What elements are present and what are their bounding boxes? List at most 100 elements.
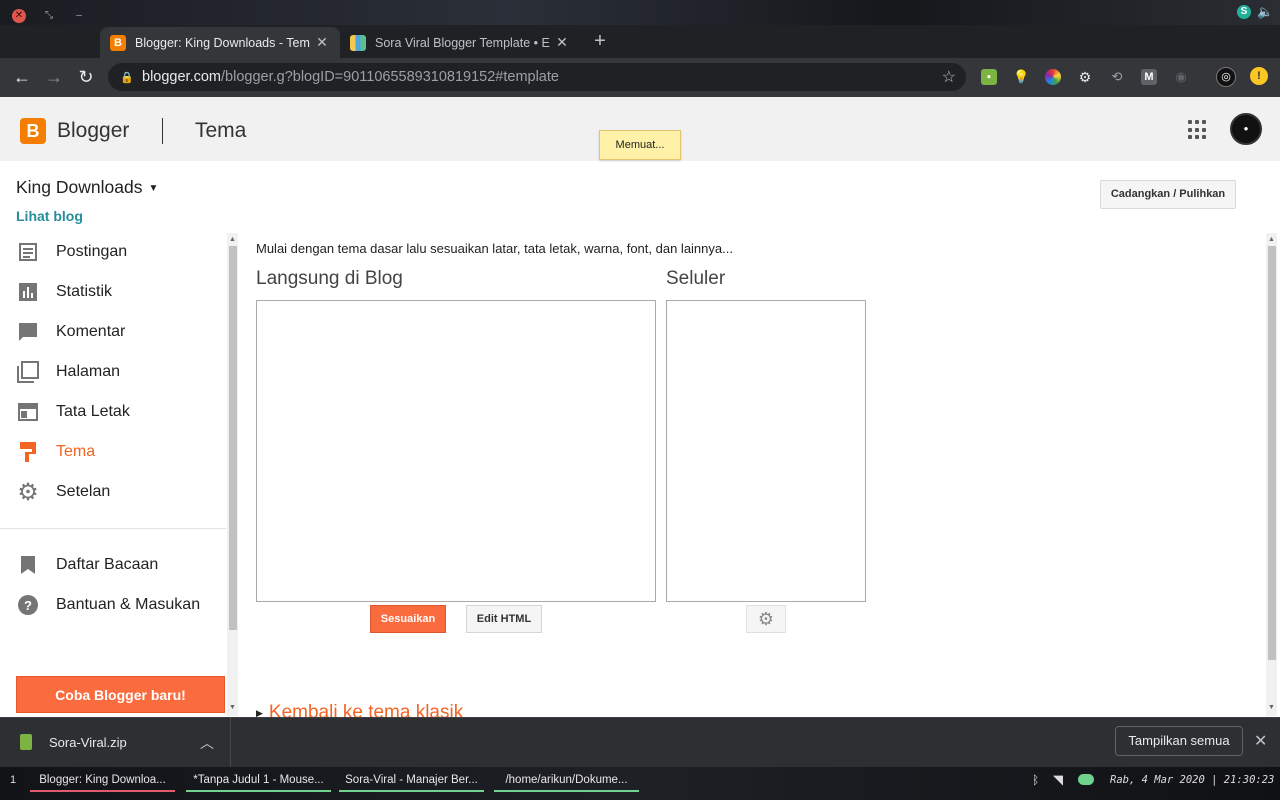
sidebar-item-label: Tata Letak (56, 403, 130, 420)
toggle-tray-icon[interactable] (1078, 774, 1094, 785)
blogger-logo-icon[interactable]: B (20, 118, 46, 144)
tab-blogger[interactable]: B Blogger: King Downloads - Tem ✕ (100, 27, 340, 58)
close-window-icon[interactable]: ✕ (12, 9, 26, 23)
app-name[interactable]: Blogger (57, 119, 129, 143)
edit-html-button[interactable]: Edit HTML (466, 605, 542, 633)
caret-down-icon: ▼ (148, 183, 159, 194)
task-indicator (30, 790, 175, 792)
close-download-bar-icon[interactable]: ✕ (1254, 731, 1267, 751)
show-all-downloads-button[interactable]: Tampilkan semua (1115, 726, 1243, 756)
help-icon: ? (16, 593, 40, 617)
extension-bulb-icon[interactable]: 💡 (1013, 69, 1029, 85)
sidebar-item-label: Komentar (56, 323, 126, 340)
svg-text:?: ? (24, 598, 32, 613)
view-blog-link[interactable]: Lihat blog (16, 208, 83, 224)
close-tab-icon[interactable]: ✕ (554, 34, 570, 51)
mobile-preview[interactable] (666, 300, 866, 602)
loading-indicator: Memuat... (599, 130, 681, 160)
tab-title: Sora Viral Blogger Template • E (375, 35, 550, 50)
header-divider (162, 118, 163, 144)
chevron-up-icon[interactable]: ︿ (200, 733, 214, 753)
zip-file-icon (20, 734, 32, 750)
try-new-blogger-button[interactable]: Coba Blogger baru! (16, 676, 225, 713)
minimize-window-icon[interactable]: – (72, 9, 86, 23)
sidebar-item-comments[interactable]: Komentar (16, 312, 226, 352)
extension-color-icon[interactable] (1045, 69, 1061, 85)
os-top-bar (0, 0, 1280, 25)
sidebar-item-label: Postingan (56, 243, 128, 260)
restore-window-icon[interactable]: ⤡ (42, 9, 56, 23)
triangle-right-icon: ▶ (256, 708, 263, 717)
extension-eye-icon[interactable]: ◉ (1173, 69, 1189, 85)
volume-icon[interactable]: 🔈 (1257, 4, 1273, 20)
blog-selector[interactable]: King Downloads ▼ (16, 177, 158, 198)
task-indicator (186, 790, 331, 792)
download-bar (0, 717, 1280, 767)
live-blog-preview[interactable] (256, 300, 656, 602)
clock: Rab, 4 Mar 2020 | 21:30:23 (1110, 774, 1275, 786)
bookmark-star-icon[interactable]: ☆ (942, 67, 956, 87)
sidebar-item-label: Tema (56, 443, 96, 460)
mobile-title: Seluler (666, 268, 726, 289)
sidebar-item-label: Statistik (56, 283, 113, 300)
extension-m-icon[interactable]: M (1141, 69, 1157, 85)
bluetooth-icon[interactable]: ᛒ (1032, 773, 1039, 787)
blogger-favicon-icon: B (110, 34, 126, 51)
account-avatar[interactable]: ● (1230, 113, 1262, 145)
scroll-up-arrow-icon[interactable]: ▲ (227, 236, 238, 243)
backup-restore-button[interactable]: Cadangkan / Pulihkan (1100, 180, 1236, 209)
sidebar-item-label: Bantuan & Masukan (56, 596, 201, 613)
pages-icon (16, 360, 40, 384)
update-alert-icon[interactable]: ! (1250, 67, 1268, 85)
sidebar-scroll-thumb[interactable] (228, 246, 237, 630)
sidebar-item-reading-list[interactable]: Daftar Bacaan (16, 545, 226, 585)
tab-sora-viral[interactable]: Sora Viral Blogger Template • E ✕ (340, 27, 580, 58)
apps-grid-icon[interactable] (1188, 120, 1208, 140)
sidebar-item-posts[interactable]: Postingan (16, 232, 226, 272)
close-tab-icon[interactable]: ✕ (314, 34, 330, 51)
sidebar-item-pages[interactable]: Halaman (16, 352, 226, 392)
sidebar-item-label: Daftar Bacaan (56, 556, 159, 573)
bookmark-icon (16, 553, 40, 577)
download-item[interactable]: Sora-Viral.zip (49, 735, 127, 750)
posts-icon (16, 240, 40, 264)
live-blog-title: Langsung di Blog (256, 268, 403, 289)
comments-icon (16, 320, 40, 344)
scroll-up-arrow-icon[interactable]: ▲ (1266, 236, 1277, 243)
scroll-down-arrow-icon[interactable]: ▼ (1266, 704, 1277, 711)
skype-tray-icon[interactable]: S (1237, 5, 1251, 19)
scroll-down-arrow-icon[interactable]: ▼ (227, 704, 238, 711)
layout-icon (16, 400, 40, 424)
theme-intro-text: Mulai dengan tema dasar lalu sesuaikan l… (256, 241, 733, 256)
customize-button[interactable]: Sesuaikan (370, 605, 446, 633)
task-indicator (339, 790, 484, 792)
sidebar-item-layout[interactable]: Tata Letak (16, 392, 226, 432)
extension-gear-icon[interactable]: ⚙ (1077, 69, 1093, 85)
main-scroll-thumb[interactable] (1267, 246, 1276, 660)
mobile-settings-button[interactable]: ⚙ (746, 605, 786, 633)
sidebar-item-stats[interactable]: Statistik (16, 272, 226, 312)
download-divider (230, 717, 231, 767)
sidebar-item-settings[interactable]: ⚙ Setelan (16, 472, 226, 512)
task-indicator (494, 790, 639, 792)
forward-arrow-icon[interactable]: → (43, 66, 65, 88)
extension-history-icon[interactable]: ⟲ (1109, 69, 1125, 85)
sidebar-item-help[interactable]: ? Bantuan & Masukan (16, 585, 226, 625)
settings-icon: ⚙ (17, 478, 39, 506)
revert-classic-theme-link[interactable]: ▶ Kembali ke tema klasik (256, 702, 463, 717)
gear-icon: ⚙ (757, 608, 775, 629)
sidebar-item-label: Setelan (56, 483, 111, 500)
workspace-indicator[interactable]: 1 (10, 774, 16, 786)
back-arrow-icon[interactable]: ← (11, 66, 33, 88)
address-bar[interactable]: 🔒 blogger.com/blogger.g?blogID=901106558… (108, 63, 966, 91)
tab-title: Blogger: King Downloads - Tem (135, 35, 310, 50)
wifi-icon[interactable]: ◥ (1053, 772, 1063, 788)
sidebar-divider (0, 528, 226, 529)
sidebar-item-theme[interactable]: Tema (16, 432, 226, 472)
stats-icon (16, 280, 40, 304)
extension-green-icon[interactable]: ▪ (981, 69, 997, 85)
new-tab-button[interactable]: + (590, 30, 610, 53)
profile-avatar-icon[interactable]: ◎ (1216, 67, 1236, 87)
reload-icon[interactable]: ↻ (75, 66, 97, 88)
lock-icon: 🔒 (120, 71, 134, 84)
